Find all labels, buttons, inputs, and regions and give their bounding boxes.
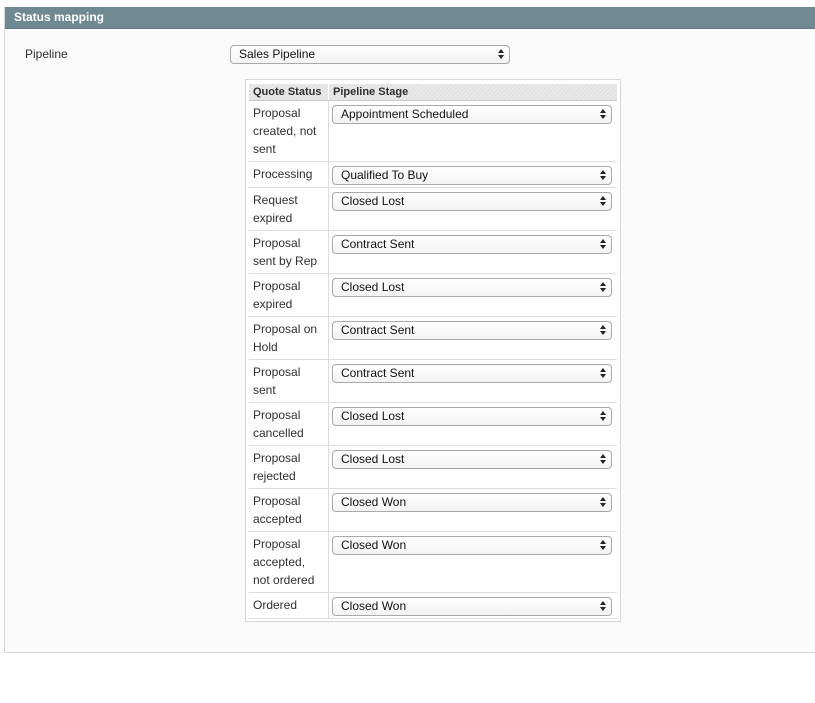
header-divider: [328, 84, 329, 100]
page-root: Status mapping Pipeline Sales Pipeline Q…: [0, 0, 815, 703]
quote-status-cell: Proposal sent by Rep: [253, 236, 318, 268]
pipeline-select-value: Sales Pipeline: [239, 47, 316, 61]
column-header-pipeline-stage: Pipeline Stage: [333, 86, 409, 98]
updown-arrows-icon: [600, 367, 607, 380]
pipeline-stage-value: Closed Won: [341, 538, 407, 552]
row-divider: [328, 231, 329, 273]
updown-arrows-icon: [600, 108, 607, 121]
row-divider: [328, 403, 329, 445]
section-header: Status mapping: [5, 7, 815, 29]
pipeline-stage-select[interactable]: Contract Sent: [332, 321, 612, 340]
updown-arrows-icon: [600, 453, 607, 466]
pipeline-stage-value: Closed Lost: [341, 409, 405, 423]
pipeline-stage-value: Closed Won: [341, 495, 407, 509]
updown-arrows-icon: [498, 48, 505, 61]
row-divider: [328, 101, 329, 161]
table-row: Proposal created, not sent Appointment Sc…: [249, 101, 617, 162]
updown-arrows-icon: [600, 238, 607, 251]
table-row: Processing Qualified To Buy: [249, 162, 617, 188]
row-divider: [328, 317, 329, 359]
updown-arrows-icon: [600, 496, 607, 509]
pipeline-stage-value: Contract Sent: [341, 366, 415, 380]
quote-status-cell: Proposal created, not sent: [253, 106, 317, 156]
quote-status-cell: Proposal on Hold: [253, 322, 318, 354]
table-row: Request expired Closed Lost: [249, 188, 617, 231]
updown-arrows-icon: [600, 169, 607, 182]
pipeline-stage-value: Closed Lost: [341, 280, 405, 294]
pipeline-stage-select[interactable]: Contract Sent: [332, 364, 612, 383]
row-divider: [328, 489, 329, 531]
updown-arrows-icon: [600, 324, 607, 337]
quote-status-cell: Processing: [253, 167, 313, 181]
pipeline-label: Pipeline: [25, 47, 68, 61]
quote-status-cell: Proposal sent: [253, 365, 301, 397]
pipeline-stage-select[interactable]: Contract Sent: [332, 235, 612, 254]
table-row: Proposal sent by Rep Contract Sent: [249, 231, 617, 274]
pipeline-stage-value: Contract Sent: [341, 237, 415, 251]
row-divider: [328, 360, 329, 402]
column-header-quote-status: Quote Status: [253, 86, 322, 98]
table-row: Proposal accepted Closed Won: [249, 489, 617, 532]
pipeline-stage-select[interactable]: Closed Won: [332, 597, 612, 616]
table-row: Ordered Closed Won: [249, 593, 617, 619]
table-row: Proposal on Hold Contract Sent: [249, 317, 617, 360]
pipeline-stage-select[interactable]: Closed Lost: [332, 192, 612, 211]
pipeline-stage-value: Closed Lost: [341, 452, 405, 466]
row-divider: [328, 532, 329, 592]
row-divider: [328, 593, 329, 618]
updown-arrows-icon: [600, 410, 607, 423]
pipeline-stage-select[interactable]: Closed Lost: [332, 407, 612, 426]
pipeline-stage-value: Closed Lost: [341, 194, 405, 208]
pipeline-stage-value: Qualified To Buy: [341, 168, 429, 182]
pipeline-stage-select[interactable]: Appointment Scheduled: [332, 105, 612, 124]
quote-status-cell: Proposal accepted, not ordered: [253, 537, 315, 587]
row-divider: [328, 274, 329, 316]
status-mapping-section: Status mapping Pipeline Sales Pipeline Q…: [4, 7, 815, 653]
pipeline-stage-select[interactable]: Closed Lost: [332, 450, 612, 469]
quote-status-cell: Proposal cancelled: [253, 408, 304, 440]
pipeline-stage-select[interactable]: Closed Won: [332, 493, 612, 512]
pipeline-stage-select[interactable]: Qualified To Buy: [332, 166, 612, 185]
pipeline-stage-value: Contract Sent: [341, 323, 415, 337]
quote-status-cell: Proposal expired: [253, 279, 301, 311]
row-divider: [328, 446, 329, 488]
table-row: Proposal cancelled Closed Lost: [249, 403, 617, 446]
table-header-row: Quote Status Pipeline Stage: [249, 84, 617, 101]
updown-arrows-icon: [600, 195, 607, 208]
pipeline-select[interactable]: Sales Pipeline: [230, 45, 510, 64]
pipeline-stage-select[interactable]: Closed Lost: [332, 278, 612, 297]
quote-status-cell: Proposal rejected: [253, 451, 301, 483]
table-row: Proposal accepted, not ordered Closed Won: [249, 532, 617, 593]
table-row: Proposal expired Closed Lost: [249, 274, 617, 317]
status-mapping-table: Quote Status Pipeline Stage Proposal cre…: [245, 79, 621, 622]
pipeline-stage-value: Appointment Scheduled: [341, 107, 469, 121]
quote-status-cell: Proposal accepted: [253, 494, 302, 526]
quote-status-cell: Ordered: [253, 598, 298, 612]
pipeline-stage-select[interactable]: Closed Won: [332, 536, 612, 555]
quote-status-cell: Request expired: [253, 193, 298, 225]
updown-arrows-icon: [600, 539, 607, 552]
table-row: Proposal sent Contract Sent: [249, 360, 617, 403]
table-row: Proposal rejected Closed Lost: [249, 446, 617, 489]
row-divider: [328, 162, 329, 187]
updown-arrows-icon: [600, 281, 607, 294]
pipeline-stage-value: Closed Won: [341, 599, 407, 613]
updown-arrows-icon: [600, 600, 607, 613]
row-divider: [328, 188, 329, 230]
